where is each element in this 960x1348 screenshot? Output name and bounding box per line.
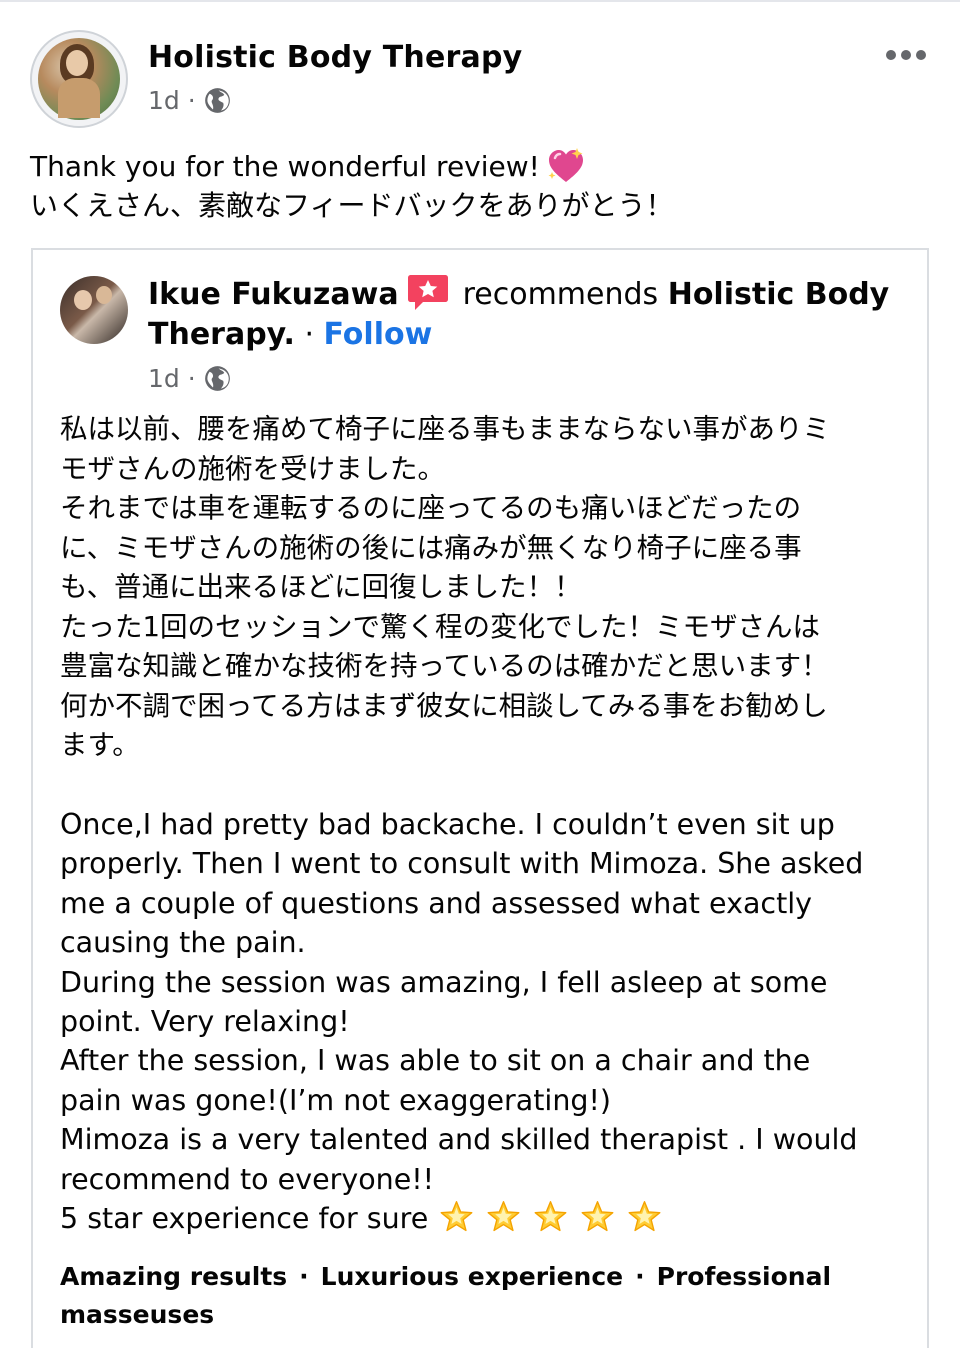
post-meta: 1d ·	[148, 86, 231, 115]
caption-line-english: Thank you for the wonderful review!	[30, 146, 673, 186]
five-star-text: 5 star experience for sure	[60, 1202, 429, 1236]
review-line-en: During the session was amazing, I fell a…	[60, 965, 828, 999]
review-meta-separator: ·	[187, 364, 196, 393]
recommendation-header: Ikue Fukuzawa recommends Holistic Body	[148, 272, 889, 316]
review-line-jp: 私は以前、腰を痛めて椅子に座る事もままならない事がありミ	[60, 413, 830, 445]
star-emoji-row	[438, 1199, 663, 1236]
glowing-star-icon	[534, 1201, 567, 1232]
reviewer-avatar[interactable]	[60, 276, 128, 344]
review-line-en: causing the pain.	[60, 926, 306, 960]
avatar-face-2	[96, 286, 112, 304]
review-body: 私は以前、腰を痛めて椅子に座る事もままならない事がありミ モザさんの施術を受けま…	[60, 410, 910, 1238]
review-meta: 1d ·	[148, 364, 231, 393]
review-line-jp: モザさんの施術を受けました。	[60, 452, 445, 485]
review-line-en: properly. Then I went to consult with Mi…	[60, 847, 864, 881]
review-line-en: recommend to everyone!!	[60, 1162, 435, 1196]
review-line-jp: 何か不調で困ってる方はまず彼女に相談してみる事をお勧めし	[60, 689, 828, 722]
review-line-jp: も、普通に出来るほどに回復しました！！	[60, 571, 582, 603]
follow-button[interactable]: Follow	[324, 317, 433, 352]
review-line-jp: それまでは車を運転するのに座ってるのも痛いほどだったの	[60, 492, 802, 524]
avatar-body	[58, 78, 100, 118]
post-time[interactable]: 1d	[148, 86, 180, 115]
glowing-star-icon	[628, 1201, 661, 1232]
globe-icon	[204, 88, 230, 113]
caption-japanese-text: いくえさん、素敵なフィードバックをありがとう！	[30, 189, 674, 222]
page-avatar[interactable]	[30, 30, 128, 128]
recommended-page-name-continued[interactable]: Therapy.	[148, 317, 295, 352]
glowing-star-icon	[581, 1201, 614, 1232]
review-line-en: pain was gone!(I’m not exaggerating!)	[60, 1083, 612, 1117]
reviewer-name[interactable]: Ikue Fukuzawa	[148, 277, 399, 312]
glowing-star-icon	[440, 1201, 473, 1232]
recommendation-badge-icon	[407, 275, 448, 310]
review-line-en: point. Very relaxing!	[60, 1005, 350, 1039]
post-caption: Thank you for the wonderful review! いくえさ…	[30, 146, 673, 225]
follow-separator: ·	[304, 317, 314, 352]
top-divider	[0, 0, 960, 2]
review-line-jp: たった1回のセッションで驚く程の変化でした！ミモザさんは	[60, 610, 820, 643]
more-options-icon[interactable]	[885, 47, 927, 63]
review-last-line: 5 star experience for sure	[60, 1199, 910, 1238]
tag-amazing-results: Amazing results	[60, 1262, 288, 1291]
tag-luxurious-experience: Luxurious experience	[320, 1262, 624, 1291]
review-line-en: Once,I had pretty bad backache. I couldn…	[60, 808, 835, 841]
meta-separator: ·	[187, 86, 196, 115]
review-line-jp: ます。	[60, 729, 140, 761]
review-tags: Amazing results · Luxurious experience · Pro…	[60, 1258, 900, 1334]
caption-english-text: Thank you for the wonderful review!	[30, 150, 540, 183]
glowing-star-icon	[487, 1201, 520, 1232]
post-author-name[interactable]: Holistic Body Therapy	[148, 40, 522, 75]
sparkling-heart-emoji-icon	[548, 148, 583, 182]
review-time[interactable]: 1d	[148, 364, 180, 393]
tag-separator: ·	[635, 1262, 645, 1291]
review-line-jp: 豊富な知識と確かな技術を持っているのは確かだと思います！	[60, 650, 829, 682]
review-line-jp: に、ミモザさんの施術の後には痛みが無くなり椅子に座る事	[60, 531, 802, 564]
review-line-en: Mimoza is a very talented and skilled th…	[60, 1123, 858, 1157]
recommended-page-name[interactable]: Holistic Body	[668, 277, 890, 312]
tag-separator: ·	[299, 1262, 309, 1291]
avatar-face-1	[74, 290, 92, 310]
review-line-en: After the session, I was able to sit on …	[60, 1044, 811, 1078]
recommendation-header-line-2: Therapy. · Follow	[148, 314, 432, 356]
avatar-face	[66, 50, 88, 76]
recommends-text: recommends	[462, 277, 659, 312]
globe-icon	[204, 366, 230, 391]
review-line-en: me a couple of questions and assessed wh…	[60, 886, 813, 920]
